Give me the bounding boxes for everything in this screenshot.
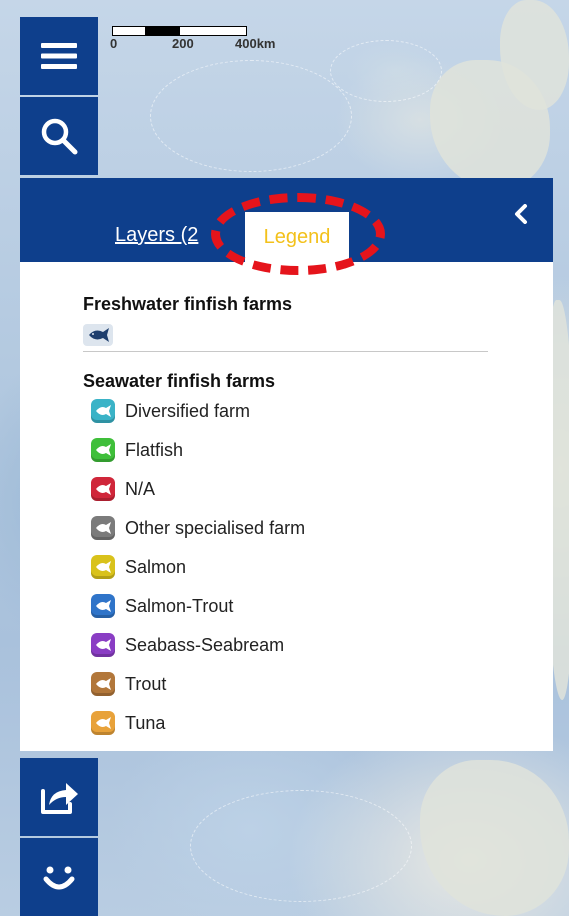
legend-item: Seabass-Seabream bbox=[91, 631, 284, 659]
freshwater-fish-icon bbox=[83, 324, 113, 346]
seawater-section-title: Seawater finfish farms bbox=[83, 371, 276, 391]
scale-label-200: 200 bbox=[172, 36, 194, 51]
feedback-button[interactable] bbox=[20, 838, 98, 916]
land-area bbox=[420, 760, 569, 916]
seabed-contour bbox=[190, 790, 412, 902]
chevron-left-icon bbox=[515, 204, 527, 224]
legend-item-label: Seabass-Seabream bbox=[125, 634, 285, 655]
legend-item-label: Trout bbox=[125, 673, 167, 694]
fish-farm-marker-icon bbox=[91, 477, 115, 501]
legend-item: N/A bbox=[91, 475, 155, 503]
scale-segment bbox=[112, 26, 146, 36]
scale-bar: 0 200 400km bbox=[110, 22, 275, 51]
legend-item: Salmon bbox=[91, 553, 186, 581]
legend-panel: Freshwater finfish farms Seawater finfis… bbox=[20, 262, 553, 751]
hamburger-menu-icon bbox=[41, 43, 77, 69]
legend-item-label: Salmon bbox=[125, 556, 187, 577]
legend-item-label: N/A bbox=[125, 478, 156, 499]
share-button[interactable] bbox=[20, 758, 98, 836]
legend-item: Salmon-Trout bbox=[91, 592, 233, 620]
legend-item: Other specialised farm bbox=[91, 514, 305, 542]
tab-layers[interactable]: Layers (2 bbox=[115, 224, 235, 247]
tab-legend[interactable]: Legend bbox=[245, 212, 349, 262]
fish-farm-marker-icon bbox=[91, 438, 115, 462]
legend-item: Flatfish bbox=[91, 436, 183, 464]
fish-farm-marker-icon bbox=[91, 672, 115, 696]
scale-label-400km: 400km bbox=[235, 36, 276, 51]
scale-segment bbox=[179, 26, 247, 36]
search-button[interactable] bbox=[20, 97, 98, 175]
smiley-icon bbox=[43, 866, 75, 890]
legend-item-label: Tuna bbox=[125, 712, 166, 733]
fish-farm-marker-icon bbox=[91, 555, 115, 579]
scale-label-0: 0 bbox=[110, 36, 118, 51]
share-icon bbox=[41, 783, 78, 814]
fish-farm-marker-icon bbox=[91, 711, 115, 735]
legend-item: Tuna bbox=[91, 709, 165, 737]
legend-item-label: Diversified farm bbox=[125, 400, 251, 421]
menu-button[interactable] bbox=[20, 17, 98, 95]
section-divider bbox=[83, 351, 488, 352]
search-icon bbox=[41, 118, 78, 155]
fish-farm-marker-icon bbox=[91, 594, 115, 618]
tab-legend-label: Legend bbox=[263, 225, 331, 248]
fish-farm-marker-icon bbox=[91, 633, 115, 657]
freshwater-section-title: Freshwater finfish farms bbox=[83, 294, 293, 314]
legend-item: Trout bbox=[91, 670, 166, 698]
fish-farm-marker-icon bbox=[91, 399, 115, 423]
legend-item-label: Other specialised farm bbox=[125, 517, 306, 538]
fish-farm-marker-icon bbox=[91, 516, 115, 540]
scale-segment bbox=[145, 26, 180, 36]
seabed-contour bbox=[330, 40, 442, 102]
legend-item: Diversified farm bbox=[91, 397, 250, 425]
legend-item-label: Flatfish bbox=[125, 439, 184, 460]
fish-icon bbox=[89, 328, 109, 342]
panel-header: Layers (2 Legend bbox=[20, 178, 553, 262]
legend-item-label: Salmon-Trout bbox=[125, 595, 234, 616]
collapse-panel-button[interactable] bbox=[509, 202, 533, 226]
seabed-contour bbox=[150, 60, 352, 172]
